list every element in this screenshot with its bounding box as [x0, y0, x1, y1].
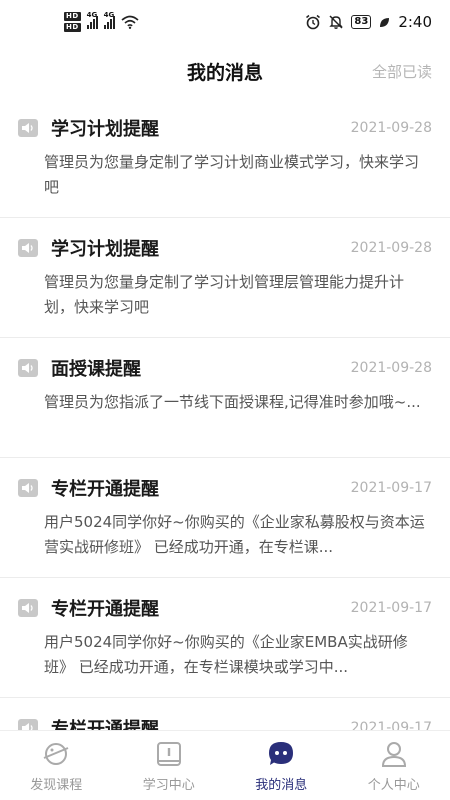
message-item[interactable]: 专栏开通提醒 2021-09-17 用户5024同学你好~你购买的《企业家私募股…	[0, 458, 450, 578]
message-title: 专栏开通提醒	[51, 479, 159, 500]
message-item[interactable]: 学习计划提醒 2021-09-28 管理员为您量身定制了学习计划管理层管理能力提…	[0, 218, 450, 338]
leaf-icon	[380, 17, 390, 27]
bottom-tab-bar: 发现课程 学习中心 我的消息 个人中心	[0, 730, 450, 800]
message-item[interactable]: 专栏开通提醒 2021-09-17 用户5024同学你好~你购买的《企业家EMB…	[0, 578, 450, 698]
chat-icon	[266, 739, 296, 769]
message-title: 学习计划提醒	[51, 119, 159, 140]
hd-badge-1: HD	[64, 12, 81, 21]
speaker-icon	[18, 359, 38, 377]
speaker-icon	[18, 479, 38, 497]
hd-indicators: HD HD	[64, 12, 81, 32]
message-body: 用户5024同学你好~你购买的《企业家私募股权与资本运营实战研修班》 已经成功开…	[44, 513, 425, 556]
tab-label: 学习中心	[142, 778, 195, 793]
battery-indicator: 83	[351, 15, 372, 29]
speaker-icon	[18, 239, 38, 257]
status-bar: HD HD 4G 4G 83 2:40	[0, 0, 450, 44]
signal-icon: 4G	[86, 11, 98, 29]
tab-label: 我的消息	[255, 778, 308, 793]
status-right: 83 2:40	[305, 13, 432, 31]
alarm-icon	[306, 14, 321, 30]
message-title: 专栏开通提醒	[51, 599, 159, 620]
tab-label: 发现课程	[30, 778, 83, 793]
message-date: 2021-09-17	[350, 480, 432, 496]
message-item[interactable]: 学习计划提醒 2021-09-28 管理员为您量身定制了学习计划商业模式学习，快…	[0, 98, 450, 218]
message-date: 2021-09-28	[350, 240, 432, 256]
network-type-2: 4G	[103, 11, 115, 19]
tab-my-messages[interactable]: 我的消息	[225, 731, 338, 800]
wifi-icon	[121, 15, 139, 29]
speaker-icon	[18, 599, 38, 617]
mute-bell-icon	[329, 15, 344, 29]
planet-icon	[41, 739, 71, 769]
mark-all-read-button[interactable]: 全部已读	[372, 61, 432, 82]
message-list: 学习计划提醒 2021-09-28 管理员为您量身定制了学习计划商业模式学习，快…	[0, 98, 450, 800]
status-left: HD HD 4G 4G	[64, 11, 139, 32]
page-header: 我的消息 全部已读	[0, 44, 450, 98]
message-body: 管理员为您量身定制了学习计划商业模式学习，快来学习吧	[44, 153, 420, 196]
network-type-1: 4G	[86, 11, 98, 19]
message-item[interactable]: 面授课提醒 2021-09-28 管理员为您指派了一节线下面授课程,记得准时参加…	[0, 338, 450, 458]
tab-personal-center[interactable]: 个人中心	[338, 731, 450, 800]
message-title: 学习计划提醒	[51, 239, 159, 260]
person-icon	[379, 739, 409, 769]
message-title: 面授课提醒	[51, 359, 141, 380]
signal-icon-2: 4G	[103, 11, 115, 29]
message-date: 2021-09-28	[350, 360, 432, 376]
clock: 2:40	[398, 13, 432, 31]
book-icon	[154, 739, 184, 769]
message-body: 管理员为您指派了一节线下面授课程,记得准时参加哦~...	[44, 393, 421, 411]
tab-label: 个人中心	[367, 778, 420, 793]
message-date: 2021-09-28	[350, 120, 432, 136]
hd-badge-2: HD	[64, 23, 81, 32]
page-title: 我的消息	[186, 61, 263, 84]
tab-discover-courses[interactable]: 发现课程	[0, 731, 113, 800]
tab-learning-center[interactable]: 学习中心	[113, 731, 226, 800]
speaker-icon	[18, 119, 38, 137]
message-date: 2021-09-17	[350, 600, 432, 616]
message-body: 用户5024同学你好~你购买的《企业家EMBA实战研修班》 已经成功开通，在专栏…	[44, 633, 408, 676]
message-body: 管理员为您量身定制了学习计划管理层管理能力提升计划，快来学习吧	[44, 273, 405, 316]
